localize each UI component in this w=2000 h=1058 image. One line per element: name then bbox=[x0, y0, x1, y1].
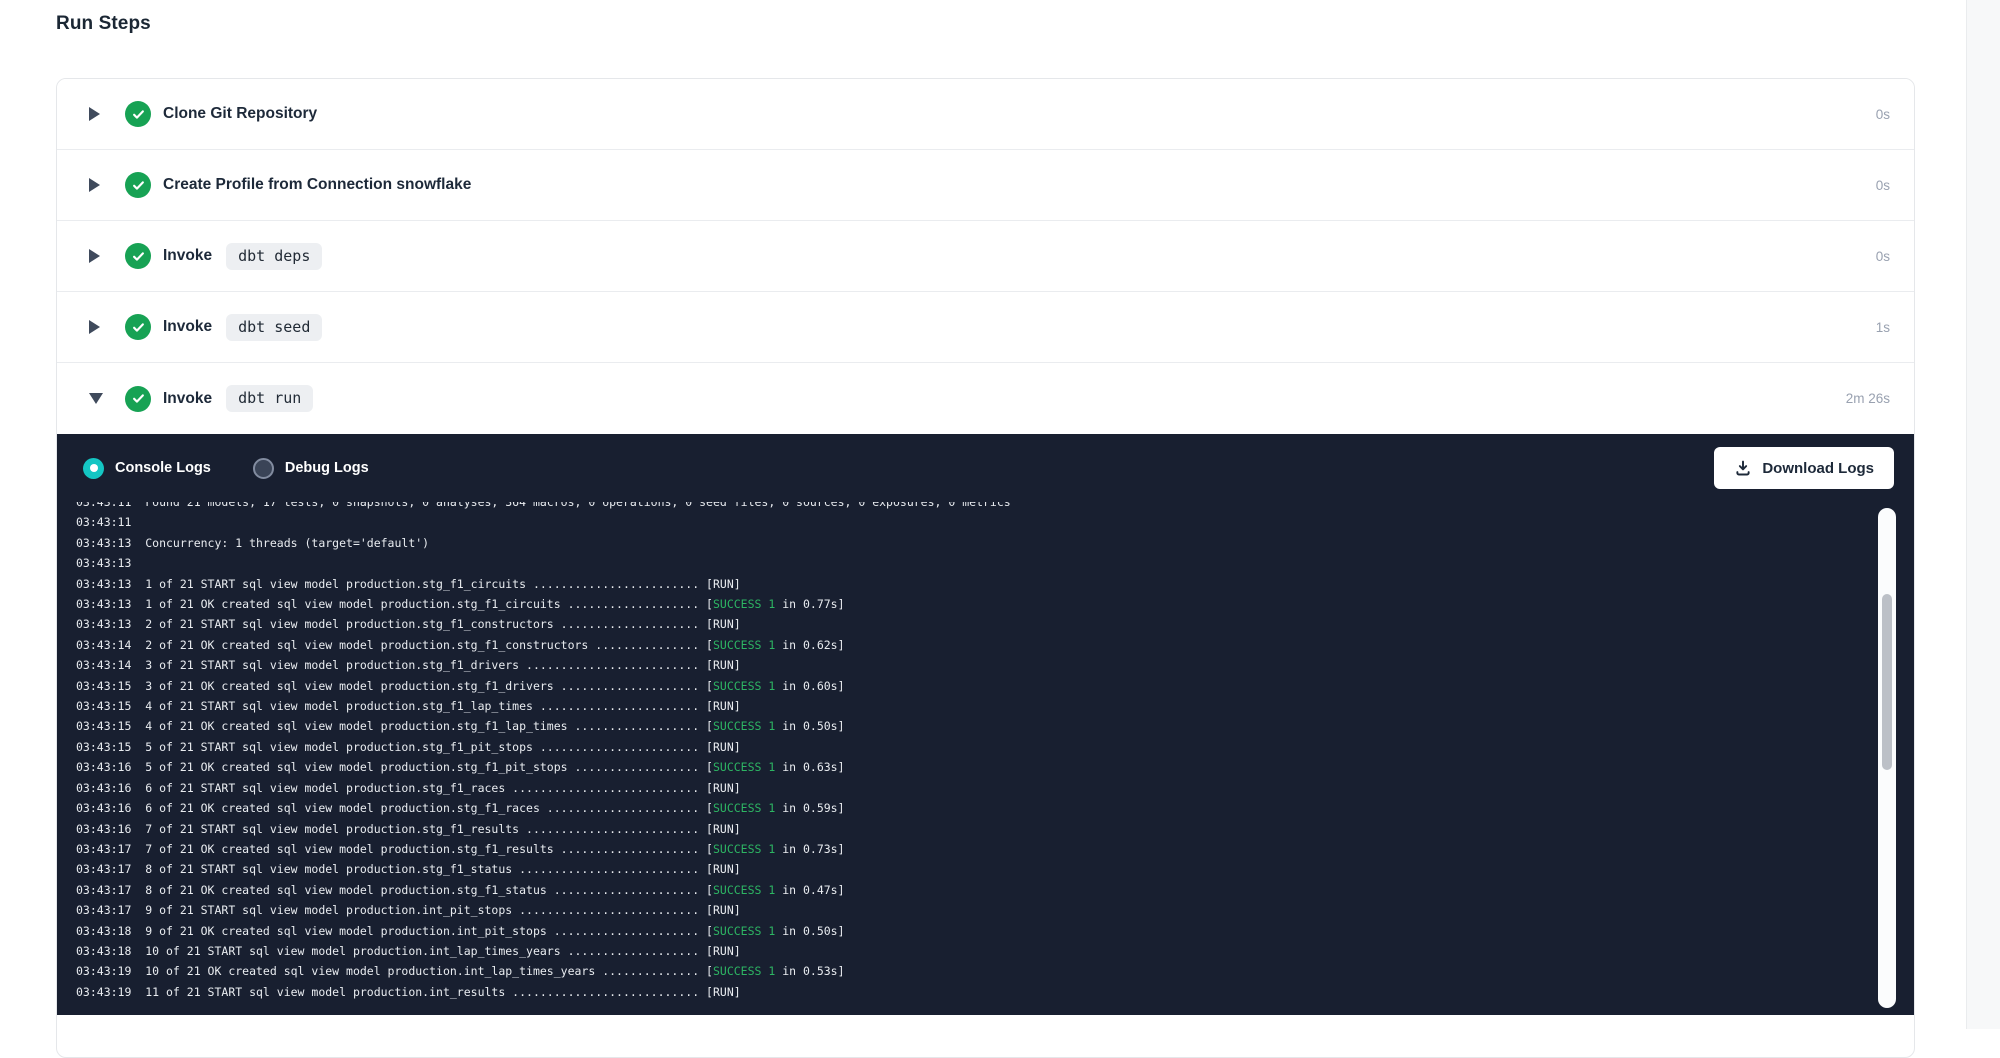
log-success-token: SUCCESS 1 bbox=[713, 801, 775, 815]
log-line: 03:43:11 bbox=[76, 512, 1914, 532]
download-logs-label: Download Logs bbox=[1762, 460, 1874, 477]
log-line: 03:43:18 10 of 21 START sql view model p… bbox=[76, 941, 1914, 961]
step-label: Create Profile from Connection snowflake bbox=[163, 176, 471, 194]
log-line: 03:43:16 7 of 21 START sql view model pr… bbox=[76, 819, 1914, 839]
page-right-gutter bbox=[1966, 0, 2000, 1029]
log-success-token: SUCCESS 1 bbox=[713, 964, 775, 978]
page-title: Run Steps bbox=[56, 13, 151, 35]
check-circle-icon bbox=[125, 172, 151, 198]
log-success-token: SUCCESS 1 bbox=[713, 883, 775, 897]
log-success-token: SUCCESS 1 bbox=[713, 924, 775, 938]
debug-logs-label: Debug Logs bbox=[285, 460, 369, 476]
check-circle-icon bbox=[125, 101, 151, 127]
log-line: 03:43:13 2 of 21 START sql view model pr… bbox=[76, 614, 1914, 634]
log-line: 03:43:13 bbox=[76, 553, 1914, 573]
step-row-invoke-dbt-run[interactable]: Invoke dbt run 2m 26s bbox=[57, 363, 1914, 434]
step-row-create-profile[interactable]: Create Profile from Connection snowflake… bbox=[57, 150, 1914, 221]
log-line: 03:43:17 8 of 21 START sql view model pr… bbox=[76, 859, 1914, 879]
caret-right-icon[interactable] bbox=[89, 178, 113, 192]
console-scrollbar-track[interactable] bbox=[1878, 508, 1896, 1008]
download-icon bbox=[1734, 459, 1752, 477]
log-line: 03:43:15 3 of 21 OK created sql view mod… bbox=[76, 676, 1914, 696]
step-label: Invoke bbox=[163, 247, 212, 265]
log-line: 03:43:13 Concurrency: 1 threads (target=… bbox=[76, 533, 1914, 553]
log-line: 03:43:17 9 of 21 START sql view model pr… bbox=[76, 900, 1914, 920]
log-line: 03:43:17 7 of 21 OK created sql view mod… bbox=[76, 839, 1914, 859]
caret-down-icon[interactable] bbox=[89, 393, 113, 404]
step-label: Clone Git Repository bbox=[163, 105, 317, 123]
caret-right-icon[interactable] bbox=[89, 320, 113, 334]
log-success-token: SUCCESS 1 bbox=[713, 597, 775, 611]
debug-logs-radio[interactable]: Debug Logs bbox=[253, 458, 369, 479]
log-success-token: SUCCESS 1 bbox=[713, 679, 775, 693]
log-line: 03:43:14 3 of 21 START sql view model pr… bbox=[76, 655, 1914, 675]
download-logs-button[interactable]: Download Logs bbox=[1714, 447, 1894, 489]
log-line: 03:43:15 5 of 21 START sql view model pr… bbox=[76, 737, 1914, 757]
console-scrollbar-thumb[interactable] bbox=[1882, 594, 1892, 770]
step-duration: 0s bbox=[1876, 178, 1890, 193]
console-log-output[interactable]: 03:43:11 Found 21 models, 17 tests, 0 sn… bbox=[57, 502, 1914, 1015]
step-command-badge: dbt deps bbox=[226, 243, 322, 270]
log-success-token: SUCCESS 1 bbox=[713, 760, 775, 774]
check-circle-icon bbox=[125, 386, 151, 412]
step-duration: 2m 26s bbox=[1846, 391, 1890, 406]
step-duration: 1s bbox=[1876, 320, 1890, 335]
log-line: 03:43:15 4 of 21 OK created sql view mod… bbox=[76, 716, 1914, 736]
step-row-clone-git-repository[interactable]: Clone Git Repository 0s bbox=[57, 79, 1914, 150]
console-log-lines: 03:43:11 Found 21 models, 17 tests, 0 sn… bbox=[76, 502, 1914, 1002]
log-line: 03:43:16 6 of 21 START sql view model pr… bbox=[76, 778, 1914, 798]
log-line: 03:43:17 8 of 21 OK created sql view mod… bbox=[76, 880, 1914, 900]
log-success-token: SUCCESS 1 bbox=[713, 638, 775, 652]
log-line: 03:43:13 1 of 21 START sql view model pr… bbox=[76, 574, 1914, 594]
radio-unselected-icon bbox=[253, 458, 274, 479]
console-panel: Console Logs Debug Logs Download Logs 03… bbox=[57, 434, 1914, 1015]
step-command-badge: dbt run bbox=[226, 385, 313, 412]
log-line: 03:43:18 9 of 21 OK created sql view mod… bbox=[76, 921, 1914, 941]
log-line: 03:43:13 1 of 21 OK created sql view mod… bbox=[76, 594, 1914, 614]
step-duration: 0s bbox=[1876, 249, 1890, 264]
log-success-token: SUCCESS 1 bbox=[713, 842, 775, 856]
log-line: 03:43:15 4 of 21 START sql view model pr… bbox=[76, 696, 1914, 716]
log-line: 03:43:19 11 of 21 START sql view model p… bbox=[76, 982, 1914, 1002]
step-label: Invoke bbox=[163, 390, 212, 408]
log-success-token: SUCCESS 1 bbox=[713, 719, 775, 733]
console-logs-label: Console Logs bbox=[115, 460, 211, 476]
log-line: 03:43:14 2 of 21 OK created sql view mod… bbox=[76, 635, 1914, 655]
log-line: 03:43:11 Found 21 models, 17 tests, 0 sn… bbox=[76, 502, 1914, 512]
console-logs-radio[interactable]: Console Logs bbox=[83, 458, 211, 479]
run-steps-card: Clone Git Repository 0s Create Profile f… bbox=[56, 78, 1915, 1058]
log-line: 03:43:16 6 of 21 OK created sql view mod… bbox=[76, 798, 1914, 818]
step-command-badge: dbt seed bbox=[226, 314, 322, 341]
step-row-invoke-dbt-seed[interactable]: Invoke dbt seed 1s bbox=[57, 292, 1914, 363]
check-circle-icon bbox=[125, 243, 151, 269]
log-line: 03:43:19 10 of 21 OK created sql view mo… bbox=[76, 961, 1914, 981]
radio-selected-icon bbox=[83, 458, 104, 479]
caret-right-icon[interactable] bbox=[89, 107, 113, 121]
caret-right-icon[interactable] bbox=[89, 249, 113, 263]
step-label: Invoke bbox=[163, 318, 212, 336]
console-header: Console Logs Debug Logs Download Logs bbox=[57, 434, 1914, 502]
log-line: 03:43:16 5 of 21 OK created sql view mod… bbox=[76, 757, 1914, 777]
check-circle-icon bbox=[125, 314, 151, 340]
step-duration: 0s bbox=[1876, 107, 1890, 122]
step-row-invoke-dbt-deps[interactable]: Invoke dbt deps 0s bbox=[57, 221, 1914, 292]
